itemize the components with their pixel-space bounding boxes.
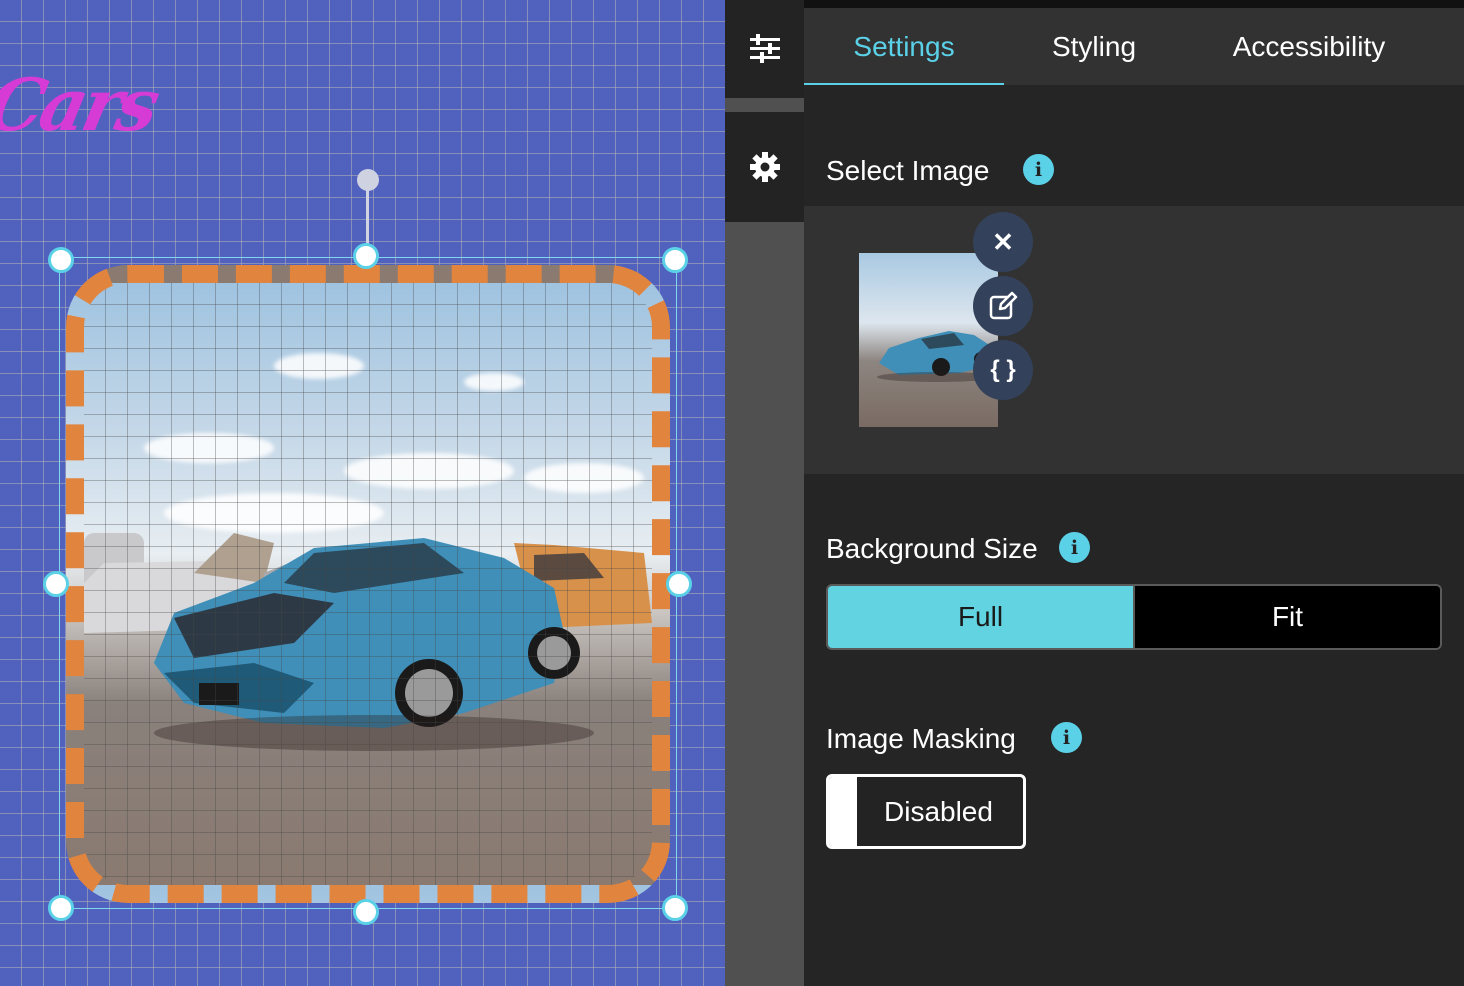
gear-icon — [749, 152, 780, 182]
panel-tabs: Settings Styling Accessibility — [804, 8, 1464, 85]
design-canvas[interactable]: Cars — [0, 0, 725, 986]
sliders-icon — [749, 34, 780, 63]
panel-top-bar — [804, 0, 1464, 8]
toggle-knob — [829, 777, 857, 846]
image-masking-toggle[interactable]: Disabled — [826, 774, 1026, 849]
info-icon[interactable]: i — [1059, 532, 1090, 563]
selection-box — [59, 257, 677, 909]
resize-handle-top[interactable] — [353, 243, 379, 269]
thumbnail-car-illustration — [877, 331, 997, 382]
tab-settings[interactable]: Settings — [804, 8, 1004, 85]
tab-styling[interactable]: Styling — [1004, 8, 1184, 85]
edit-icon — [989, 291, 1018, 320]
logo-text: Cars — [0, 62, 164, 147]
rotate-handle[interactable] — [357, 169, 379, 191]
background-size-selector: Full Fit — [826, 584, 1442, 650]
resize-handle-left[interactable] — [43, 571, 69, 597]
image-masking-label: Image Masking — [826, 723, 1016, 754]
info-icon[interactable]: i — [1023, 154, 1054, 185]
settings-panel-button[interactable] — [725, 0, 804, 98]
background-size-label: Background Size — [826, 533, 1038, 564]
toggle-label: Disabled — [884, 795, 993, 827]
resize-handle-right[interactable] — [666, 571, 692, 597]
resize-handle-top-left[interactable] — [48, 247, 74, 273]
resize-handle-bottom[interactable] — [353, 899, 379, 925]
side-toolbar — [725, 0, 804, 986]
properties-panel: Settings Styling Accessibility Select Im… — [804, 0, 1464, 986]
image-thumbnail[interactable] — [859, 253, 998, 427]
select-image-label: Select Image — [826, 155, 990, 186]
background-size-full-option[interactable]: Full — [828, 586, 1133, 648]
resize-handle-bottom-left[interactable] — [48, 895, 74, 921]
background-size-fit-option[interactable]: Fit — [1133, 586, 1440, 648]
info-icon[interactable]: i — [1051, 722, 1082, 753]
remove-image-button[interactable]: ✕ — [973, 212, 1033, 272]
tab-accessibility[interactable]: Accessibility — [1184, 8, 1434, 85]
dynamic-data-button[interactable]: { } — [973, 340, 1033, 400]
image-picker: ✕ { } — [804, 206, 1464, 474]
edit-image-button[interactable] — [973, 276, 1033, 336]
resize-handle-bottom-right[interactable] — [662, 895, 688, 921]
gear-button[interactable] — [725, 112, 804, 222]
resize-handle-top-right[interactable] — [662, 247, 688, 273]
